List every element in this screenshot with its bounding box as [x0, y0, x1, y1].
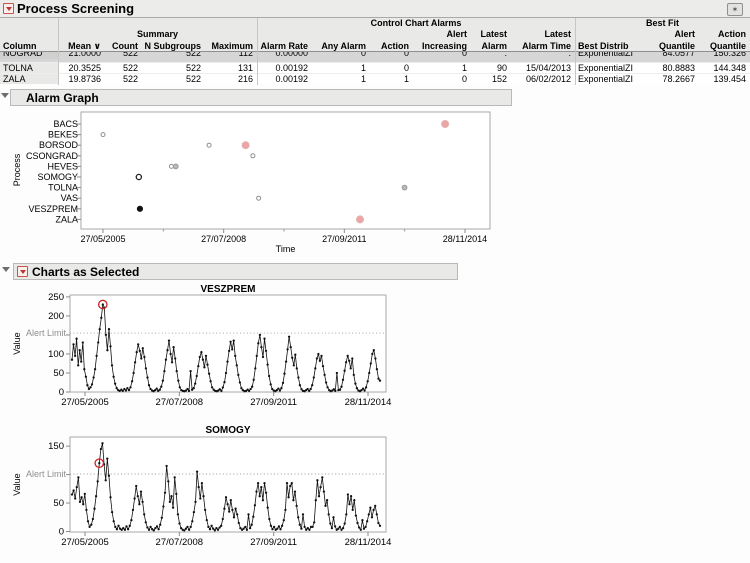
alert-limit-label: Alert Limit — [26, 328, 67, 338]
alarm-point-bacs[interactable] — [442, 121, 449, 128]
x-tick-label: 27/07/2008 — [201, 234, 246, 244]
alarm-point-veszprem[interactable] — [137, 206, 142, 211]
y-category-label: SOMOGY — [37, 172, 78, 182]
y-category-label: ZALA — [55, 214, 78, 224]
x-tick-label: 27/05/2005 — [61, 397, 109, 408]
alarm-point-borsod[interactable] — [242, 142, 249, 149]
control-chart-somogy: SOMOGY Value 0 50 150 Alert Limit 27/05/2005 27… — [12, 425, 391, 548]
alarm-point-somogy[interactable] — [136, 174, 141, 179]
x-tick-label: 28/11/2014 — [345, 397, 392, 408]
y-category-label: BORSOD — [39, 140, 79, 150]
x-tick-label: 28/11/2014 — [345, 537, 392, 548]
y-tick-label: 50 — [53, 498, 64, 509]
x-tick-label: 27/09/2011 — [250, 537, 297, 548]
control-chart-veszprem: VESZPREMValue050100200250Alert Limit27/0… — [12, 284, 391, 408]
plot-frame — [81, 112, 490, 229]
chart-title: SOMOGY — [205, 425, 250, 436]
alarm-point-borsod[interactable] — [207, 143, 211, 147]
y-category-label: VAS — [61, 193, 78, 203]
y-category-label: BACS — [53, 119, 78, 129]
y-tick-label: 50 — [53, 368, 64, 379]
x-tick-label: 28/11/2014 — [443, 234, 487, 244]
alarm-point-zala[interactable] — [357, 216, 364, 223]
x-tick-label: 27/09/2011 — [250, 397, 297, 408]
alarm-point-heves[interactable] — [173, 164, 178, 169]
x-tick-label: 27/07/2008 — [156, 397, 204, 408]
charts-layer: BACSBEKESBORSODCSONGRADHEVESSOMOGYTOLNAV… — [0, 0, 750, 563]
alarm-point-csongrad[interactable] — [251, 154, 255, 158]
y-tick-label: 100 — [48, 349, 64, 360]
alert-limit-label: Alert Limit — [26, 469, 67, 479]
y-tick-label: 200 — [48, 311, 64, 322]
y-category-label: VESZPREM — [28, 204, 78, 214]
y-category-label: CSONGRAD — [26, 151, 79, 161]
y-category-label: TOLNA — [48, 183, 78, 193]
y-tick-label: 250 — [48, 292, 64, 303]
x-tick-label: 27/05/2005 — [61, 537, 109, 548]
y-axis-label: Process — [12, 153, 22, 186]
x-tick-label: 27/05/2005 — [80, 234, 125, 244]
plot-frame — [70, 295, 386, 392]
alarm-point-vas[interactable] — [257, 196, 261, 200]
alarm-point-heves[interactable] — [169, 164, 173, 168]
y-axis-label: Value — [12, 332, 22, 354]
x-tick-label: 27/07/2008 — [156, 537, 204, 548]
alarm-point-bekes[interactable] — [101, 133, 105, 137]
y-axis-label: Value — [12, 473, 22, 495]
x-axis-label: Time — [276, 244, 296, 254]
alarm-graph-plot: BACSBEKESBORSODCSONGRADHEVESSOMOGYTOLNAV… — [12, 112, 490, 254]
y-category-label: BEKES — [48, 130, 78, 140]
process-screening-window: Process Screening ✶ Control Chart Alarms… — [0, 0, 750, 563]
chart-title: VESZPREM — [200, 284, 255, 295]
y-category-label: HEVES — [47, 161, 78, 171]
y-tick-label: 0 — [59, 527, 64, 538]
x-tick-label: 27/09/2011 — [322, 234, 366, 244]
plot-frame — [70, 437, 386, 532]
y-tick-label: 150 — [48, 441, 64, 452]
alarm-point-tolna[interactable] — [402, 185, 407, 190]
